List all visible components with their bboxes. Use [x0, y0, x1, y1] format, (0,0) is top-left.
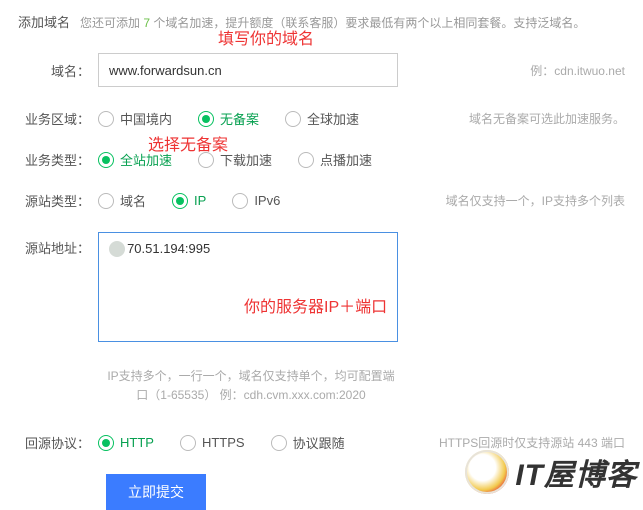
label-region: 业务区域：: [18, 109, 98, 128]
radio-label: 下载加速: [220, 150, 272, 169]
radio-label: 全站加速: [120, 150, 172, 169]
row-origin: 源站地址： 70.51.194:995 你的服务器IP＋端口: [18, 232, 625, 345]
watermark-text: IT屋博客: [515, 450, 637, 494]
biztype-option-1[interactable]: 下载加速: [198, 150, 272, 169]
row-domain: 填写你的域名 域名： 例：cdn.itwuo.net: [18, 53, 625, 87]
biztype-option-2[interactable]: 点播加速: [298, 150, 372, 169]
origin-address-input[interactable]: 70.51.194:995: [98, 232, 398, 342]
lion-icon: [465, 450, 509, 494]
watermark: IT屋博客: [465, 450, 637, 494]
radio-label: 无备案: [220, 109, 259, 128]
label-srctype: 源站类型：: [18, 191, 98, 210]
radio-icon: [98, 193, 114, 209]
protocol-options: HTTP HTTPS 协议跟随: [98, 433, 345, 452]
radio-label: 全球加速: [307, 109, 359, 128]
radio-label: IPv6: [254, 193, 280, 208]
region-option-1[interactable]: 无备案: [198, 109, 259, 128]
header-desc: 您还可添加 7 个域名加速，提升额度（联系客服）要求最低有两个以上相同套餐。支持…: [80, 14, 585, 31]
hint-protocol: HTTPS回源时仅支持源站 443 端口: [427, 434, 625, 451]
hint-region: 域名无备案可选此加速服务。: [457, 110, 625, 127]
header: 添加域名 您还可添加 7 个域名加速，提升额度（联系客服）要求最低有两个以上相同…: [18, 12, 625, 31]
region-options: 中国境内 无备案 全球加速: [98, 109, 359, 128]
protocol-option-0[interactable]: HTTP: [98, 435, 154, 451]
header-title: 添加域名: [18, 12, 70, 31]
radio-icon: [232, 193, 248, 209]
label-protocol: 回源协议：: [18, 433, 98, 452]
region-option-0[interactable]: 中国境内: [98, 109, 172, 128]
hint-domain: 例：cdn.itwuo.net: [518, 62, 625, 79]
row-srctype: 源站类型： 域名 IP IPv6 域名仅支持一个，IP支持多个列表: [18, 191, 625, 210]
radio-label: IP: [194, 193, 206, 208]
row-region: 业务区域： 中国境内无备案全球加速 域名无备案可选此加速服务。 选择无备案: [18, 109, 625, 128]
srctype-options: 域名 IP IPv6: [98, 191, 280, 210]
radio-icon: [198, 152, 214, 168]
protocol-option-2[interactable]: 协议跟随: [271, 433, 345, 452]
srctype-option-2[interactable]: IPv6: [232, 193, 280, 209]
submit-button[interactable]: 立即提交: [106, 474, 206, 510]
biztype-option-0[interactable]: 全站加速: [98, 150, 172, 169]
region-option-2[interactable]: 全球加速: [285, 109, 359, 128]
hint-srctype: 域名仅支持一个，IP支持多个列表: [434, 192, 625, 209]
radio-icon: [298, 152, 314, 168]
radio-icon: [180, 435, 196, 451]
srctype-option-0[interactable]: 域名: [98, 191, 146, 210]
radio-label: 域名: [120, 191, 146, 210]
radio-icon: [271, 435, 287, 451]
label-origin: 源站地址：: [18, 232, 98, 257]
radio-icon: [285, 111, 301, 127]
radio-label: HTTP: [120, 435, 154, 450]
radio-icon: [98, 152, 114, 168]
label-domain: 域名：: [18, 61, 98, 80]
domain-input[interactable]: [98, 53, 398, 87]
radio-icon: [198, 111, 214, 127]
radio-label: HTTPS: [202, 435, 245, 450]
radio-label: 协议跟随: [293, 433, 345, 452]
biztype-options: 全站加速 下载加速 点播加速: [98, 150, 372, 169]
radio-label: 中国境内: [120, 109, 172, 128]
origin-note: IP支持多个，一行一个，域名仅支持单个，均可配置端口（1-65535） 例：cd…: [106, 367, 396, 405]
radio-icon: [172, 193, 188, 209]
radio-label: 点播加速: [320, 150, 372, 169]
radio-icon: [98, 111, 114, 127]
label-biztype: 业务类型：: [18, 150, 98, 169]
srctype-option-1[interactable]: IP: [172, 193, 206, 209]
protocol-option-1[interactable]: HTTPS: [180, 435, 245, 451]
radio-icon: [98, 435, 114, 451]
row-biztype: 业务类型： 全站加速 下载加速 点播加速: [18, 150, 625, 169]
